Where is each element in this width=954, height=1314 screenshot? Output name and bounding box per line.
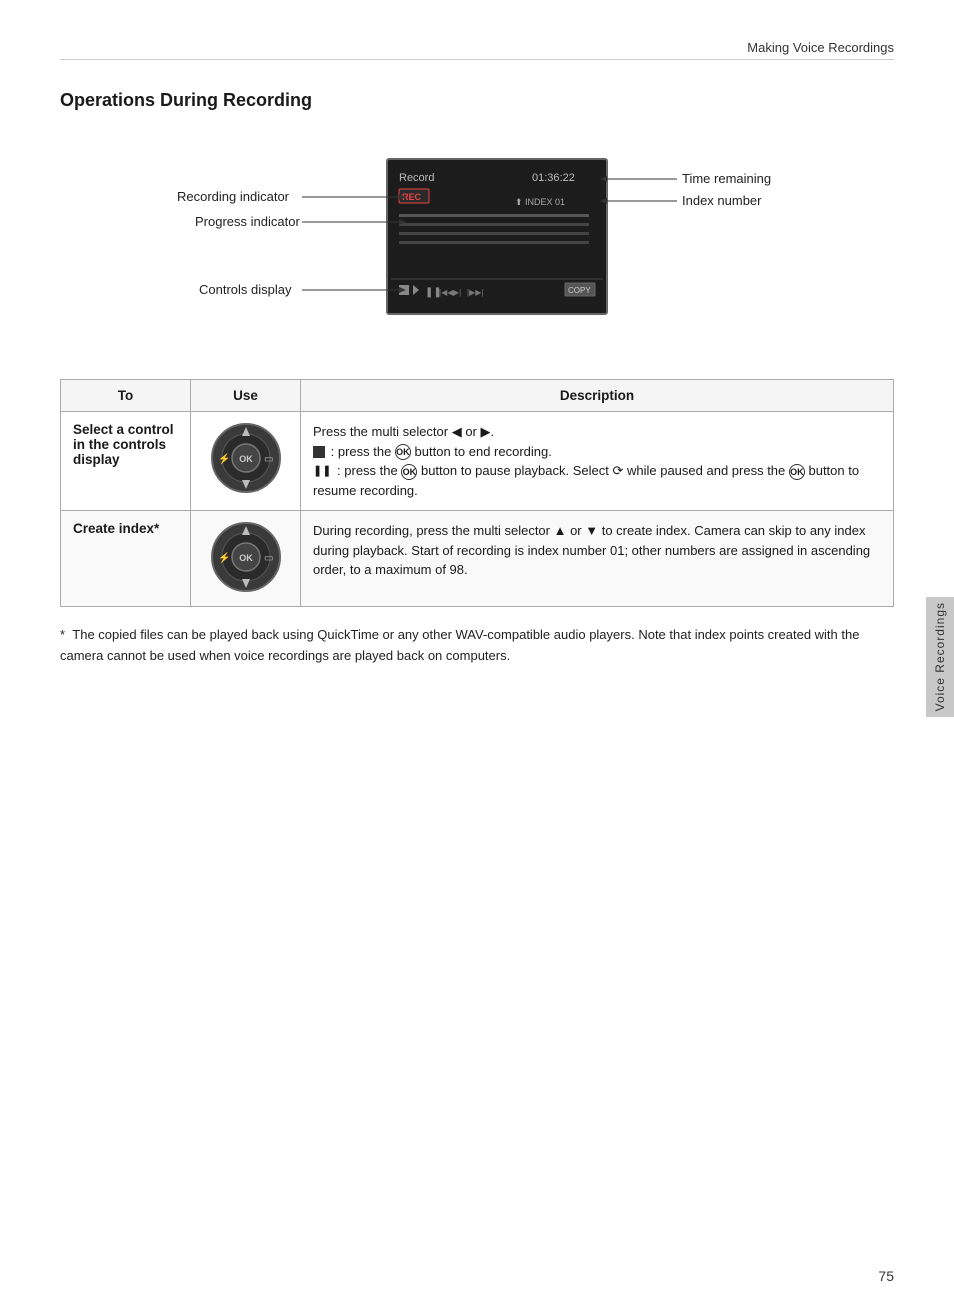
svg-text:Index number: Index number: [682, 193, 762, 208]
table-row: Select a control in the controls display…: [61, 412, 894, 511]
footnote-text: The copied files can be played back usin…: [60, 627, 859, 663]
row2-to: Create index*: [61, 511, 191, 607]
ok-button-icon3: OK: [789, 464, 805, 480]
section-title: Operations During Recording: [60, 90, 894, 111]
svg-text:COPY: COPY: [568, 286, 591, 295]
svg-text:Controls display: Controls display: [199, 282, 292, 297]
multi-selector-icon-2: OK ⚡ ▭: [210, 521, 282, 593]
diagram-area: Record 01:36:22 REC ⬆ INDEX 01 ❚❚ |◀◀ ▶|…: [60, 139, 894, 349]
table-row: Create index* OK ⚡ ▭: [61, 511, 894, 607]
page-number: 75: [878, 1268, 894, 1284]
multi-selector-icon: OK ⚡ ▭: [210, 422, 282, 494]
svg-text:|◀◀: |◀◀: [439, 288, 454, 297]
svg-text:|▶▶|: |▶▶|: [467, 288, 483, 297]
side-tab: Voice Recordings: [926, 597, 954, 717]
header-title: Making Voice Recordings: [747, 40, 894, 55]
svg-text:Record: Record: [399, 172, 434, 184]
table-header-description: Description: [301, 380, 894, 412]
svg-text:⚡: ⚡: [218, 452, 230, 465]
svg-text:▭: ▭: [264, 553, 273, 564]
table-header-use: Use: [191, 380, 301, 412]
row2-use: OK ⚡ ▭: [191, 511, 301, 607]
svg-text:▶|: ▶|: [453, 288, 461, 297]
svg-text:⚡: ⚡: [218, 551, 230, 564]
svg-text:Recording indicator: Recording indicator: [177, 189, 290, 204]
svg-text:Time remaining: Time remaining: [682, 171, 771, 186]
footnote-star: *: [60, 627, 65, 642]
operations-table: To Use Description Select a control in t…: [60, 379, 894, 607]
svg-text:▭: ▭: [264, 454, 273, 465]
page: Making Voice Recordings Operations Durin…: [0, 0, 954, 1314]
svg-text:OK: OK: [239, 553, 253, 563]
row1-use: OK ⚡ ▭: [191, 412, 301, 511]
row1-to: Select a control in the controls display: [61, 412, 191, 511]
ok-button-icon: OK: [395, 444, 411, 460]
row1-desc: Press the multi selector ◀ or ▶. : press…: [301, 412, 894, 511]
row2-desc: During recording, press the multi select…: [301, 511, 894, 607]
diagram-svg: Record 01:36:22 REC ⬆ INDEX 01 ❚❚ |◀◀ ▶|…: [127, 139, 827, 349]
page-header: Making Voice Recordings: [60, 40, 894, 60]
svg-text:⬆ INDEX 01: ⬆ INDEX 01: [515, 197, 565, 207]
svg-text:OK: OK: [239, 454, 253, 464]
svg-text:Progress indicator: Progress indicator: [195, 214, 300, 229]
ok-button-icon2: OK: [401, 464, 417, 480]
table-header-to: To: [61, 380, 191, 412]
side-tab-label: Voice Recordings: [933, 602, 947, 711]
footnote: * The copied files can be played back us…: [60, 625, 894, 667]
svg-text:01:36:22: 01:36:22: [532, 172, 575, 184]
